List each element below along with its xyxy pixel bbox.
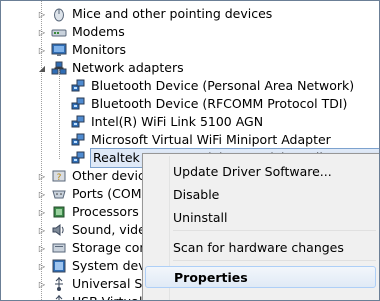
menu-item-uninstall[interactable]: Uninstall [145,206,376,228]
menu-item-properties[interactable]: Properties [145,266,376,288]
menu-item-label: Properties [174,269,248,285]
expander-icon[interactable]: ▷ [37,171,47,181]
expander-icon[interactable]: ▷ [37,243,47,253]
tree-item-label: Modems [72,24,125,39]
tree-item-label: Monitors [72,42,127,57]
menu-separator [173,230,376,231]
expander-icon[interactable]: ▷ [37,261,47,271]
menu-item-scan-for-hardware-changes[interactable]: Scan for hardware changes [145,236,376,258]
device-manager-window: ▷ Mice and other pointing devices ▷ Modems ▷… [0,0,380,301]
network-adapter-icon [51,60,67,76]
tree-item-label: Microsoft Virtual WiFi Miniport Adapter [91,132,331,147]
expander-icon[interactable]: ▷ [37,279,47,289]
tree-item-label: Processors [72,204,139,219]
expander-icon[interactable]: ▷ [37,297,47,301]
expander-icon[interactable]: ▷ [37,9,47,19]
network-card-icon [70,150,86,166]
menu-item-label: Uninstall [173,209,228,225]
menu-item-update-driver-software[interactable]: Update Driver Software... [145,160,376,182]
menu-item-label: Scan for hardware changes [173,239,344,255]
menu-separator [173,260,376,261]
mouse-icon [51,6,67,22]
sound-icon [51,222,67,238]
tree-item[interactable]: Intel(R) WiFi Link 5100 AGN [70,113,263,131]
tree-item[interactable]: Microsoft Virtual WiFi Miniport Adapter [70,131,331,149]
tree-item-label: Bluetooth Device (Personal Area Network) [91,78,355,93]
tree-item-label: Bluetooth Device (RFCOMM Protocol TDI) [91,96,348,111]
menu-item-disable[interactable]: Disable [145,183,376,205]
tree-item[interactable]: Bluetooth Device (Personal Area Network) [70,77,354,95]
usb-icon [51,276,67,292]
modem-icon [51,24,67,40]
network-card-icon [70,114,86,130]
expander-icon[interactable]: ▷ [37,189,47,199]
monitor-icon [51,42,67,58]
tree-item[interactable]: Bluetooth Device (RFCOMM Protocol TDI) [70,95,347,113]
tree-item[interactable]: Network adapters [51,59,184,77]
expander-icon[interactable]: ◢ [37,63,47,73]
context-menu: Update Driver Software... Disable Uninstal… [142,153,379,300]
tree-guide-line [59,69,60,159]
network-card-icon [70,96,86,112]
menu-item-label: Update Driver Software... [173,163,332,179]
expander-icon[interactable]: ▷ [37,207,47,217]
tree-item[interactable]: Modems [51,23,125,41]
network-card-icon [70,78,86,94]
usb-icon [51,294,67,300]
port-icon [51,186,67,202]
expander-icon[interactable]: ▷ [37,27,47,37]
system-icon [51,258,67,274]
expander-icon[interactable]: ▷ [37,45,47,55]
network-card-icon [70,132,86,148]
tree-item[interactable]: Mice and other pointing devices [51,5,272,23]
tree-item-label: Mice and other pointing devices [72,6,273,21]
expander-icon[interactable]: ▷ [37,225,47,235]
tree-item-label: Network adapters [72,60,184,75]
storage-icon [51,240,67,256]
menu-item-label: Disable [173,186,220,202]
unknown-device-icon: ? [51,168,67,184]
tree-item[interactable]: Processors [51,203,139,221]
svg-text:?: ? [57,173,62,183]
processor-icon [51,204,67,220]
tree-item[interactable]: Monitors [51,41,126,59]
tree-item-label: Intel(R) WiFi Link 5100 AGN [91,114,264,129]
